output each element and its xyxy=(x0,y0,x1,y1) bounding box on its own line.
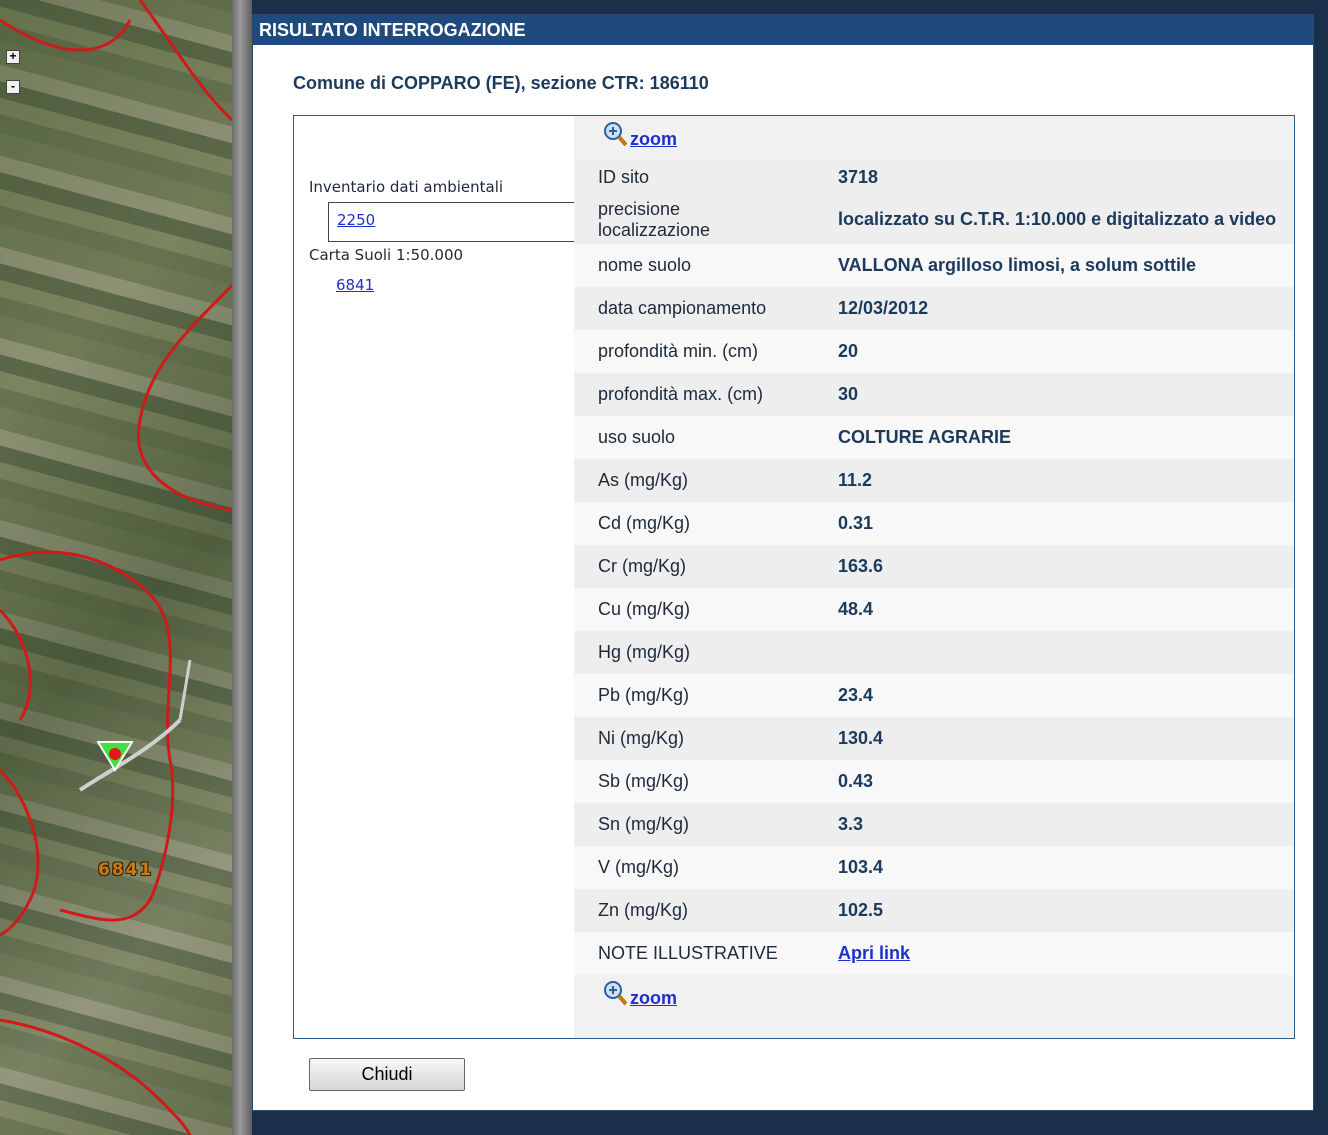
inventario-selected-box: 2250 xyxy=(328,202,574,242)
row-label: Sn (mg/Kg) xyxy=(598,814,690,834)
map-zoom-out-button[interactable]: - xyxy=(6,80,20,94)
table-row: Pb (mg/Kg) 23.4 xyxy=(574,674,1294,717)
map-zoom-in-button[interactable]: + xyxy=(6,50,20,64)
zoom-magnifier-icon xyxy=(604,122,628,147)
row-value xyxy=(814,631,1294,674)
table-row: precisione localizzazione localizzato su… xyxy=(574,194,1294,244)
row-label: Cd (mg/Kg) xyxy=(598,513,691,533)
row-label: nome suolo xyxy=(598,255,692,275)
table-row: As (mg/Kg) 11.2 xyxy=(574,459,1294,502)
table-row: Sn (mg/Kg) 3.3 xyxy=(574,803,1294,846)
row-label: Pb (mg/Kg) xyxy=(598,685,690,705)
query-result-dialog: RISULTATO INTERROGAZIONE Comune di COPPA… xyxy=(252,14,1314,1111)
row-label: profondità min. (cm) xyxy=(598,341,759,361)
zoom-bottom-label: zoom xyxy=(630,988,677,1008)
zoom-top-label: zoom xyxy=(630,129,677,149)
attribute-table: ID sito 3718 precisione localizzazione l… xyxy=(574,160,1294,975)
panel-splitter[interactable] xyxy=(232,0,252,1135)
zoom-top-link[interactable]: zoom xyxy=(602,120,677,150)
row-label: data campionamento xyxy=(598,298,767,318)
table-row: Ni (mg/Kg) 130.4 xyxy=(574,717,1294,760)
table-row: Cd (mg/Kg) 0.31 xyxy=(574,502,1294,545)
row-value: 23.4 xyxy=(838,685,874,705)
row-value: 20 xyxy=(838,341,859,361)
table-row: Hg (mg/Kg) xyxy=(574,631,1294,674)
row-label: profondità max. (cm) xyxy=(598,384,764,404)
table-row: ID sito 3718 xyxy=(574,160,1294,194)
table-row: nome suolo VALLONA argilloso limosi, a s… xyxy=(574,244,1294,287)
table-row: profondità max. (cm) 30 xyxy=(574,373,1294,416)
dialog-title: RISULTATO INTERROGAZIONE xyxy=(253,15,1313,45)
row-value: 163.6 xyxy=(838,556,884,576)
site-marker-icon[interactable] xyxy=(97,740,133,772)
row-label: Zn (mg/Kg) xyxy=(598,900,689,920)
row-label: Sb (mg/Kg) xyxy=(598,771,690,791)
note-illustrative-link[interactable]: Apri link xyxy=(838,943,910,963)
row-label: Hg (mg/Kg) xyxy=(598,642,691,662)
zoom-magnifier-icon xyxy=(604,981,628,1006)
row-value: 3.3 xyxy=(838,814,864,834)
carta-suoli-label: Carta Suoli 1:50.000 xyxy=(309,246,464,264)
table-row: NOTE ILLUSTRATIVE Apri link xyxy=(574,932,1294,975)
row-label: V (mg/Kg) xyxy=(598,857,680,877)
layer-list: Inventario dati ambientali 2250 Carta Su… xyxy=(294,116,574,1038)
row-value: localizzato su C.T.R. 1:10.000 e digital… xyxy=(838,208,1277,229)
inventario-link[interactable]: 2250 xyxy=(337,211,375,229)
row-value: 3718 xyxy=(838,166,879,187)
row-label: NOTE ILLUSTRATIVE xyxy=(598,943,778,963)
row-label: Cr (mg/Kg) xyxy=(598,556,687,576)
row-value: 12/03/2012 xyxy=(838,298,929,318)
row-label: As (mg/Kg) xyxy=(598,470,689,490)
row-value: 130.4 xyxy=(838,728,884,748)
row-label: Ni (mg/Kg) xyxy=(598,728,685,748)
table-row: uso suolo COLTURE AGRARIE xyxy=(574,416,1294,459)
table-row: Cr (mg/Kg) 163.6 xyxy=(574,545,1294,588)
soil-polygon-label: 6841 xyxy=(98,860,154,880)
row-label: ID sito xyxy=(598,166,650,187)
row-value: 0.43 xyxy=(838,771,874,791)
table-row: data campionamento 12/03/2012 xyxy=(574,287,1294,330)
close-button[interactable]: Chiudi xyxy=(309,1058,465,1091)
zoom-bottom-link[interactable]: zoom xyxy=(602,979,677,1009)
table-row: profondità min. (cm) 20 xyxy=(574,330,1294,373)
row-value: 0.31 xyxy=(838,513,874,533)
row-value: 48.4 xyxy=(838,599,874,619)
row-value: 30 xyxy=(838,384,859,404)
table-row: Zn (mg/Kg) 102.5 xyxy=(574,889,1294,932)
table-row: Cu (mg/Kg) 48.4 xyxy=(574,588,1294,631)
row-value: 103.4 xyxy=(838,857,884,877)
map-boundaries xyxy=(0,0,232,1135)
row-value: 11.2 xyxy=(838,470,873,490)
table-row: Sb (mg/Kg) 0.43 xyxy=(574,760,1294,803)
row-value: 102.5 xyxy=(838,900,884,920)
carta-suoli-link[interactable]: 6841 xyxy=(336,276,374,294)
row-value: COLTURE AGRARIE xyxy=(838,427,1011,447)
row-value: VALLONA argilloso limosi, a solum sottil… xyxy=(838,255,1197,275)
inventario-label: Inventario dati ambientali xyxy=(309,178,504,196)
map-view[interactable]: + - 6841 xyxy=(0,0,232,1135)
row-label: uso suolo xyxy=(598,427,676,447)
result-panel: Inventario dati ambientali 2250 Carta Su… xyxy=(293,115,1295,1039)
dialog-subtitle: Comune di COPPARO (FE), sezione CTR: 186… xyxy=(293,73,709,93)
attribute-panel: zoom ID sito 3718 precisione localizzazi… xyxy=(574,116,1294,1038)
row-label: precisione localizzazione xyxy=(598,199,711,240)
row-label: Cu (mg/Kg) xyxy=(598,599,691,619)
table-row: V (mg/Kg) 103.4 xyxy=(574,846,1294,889)
